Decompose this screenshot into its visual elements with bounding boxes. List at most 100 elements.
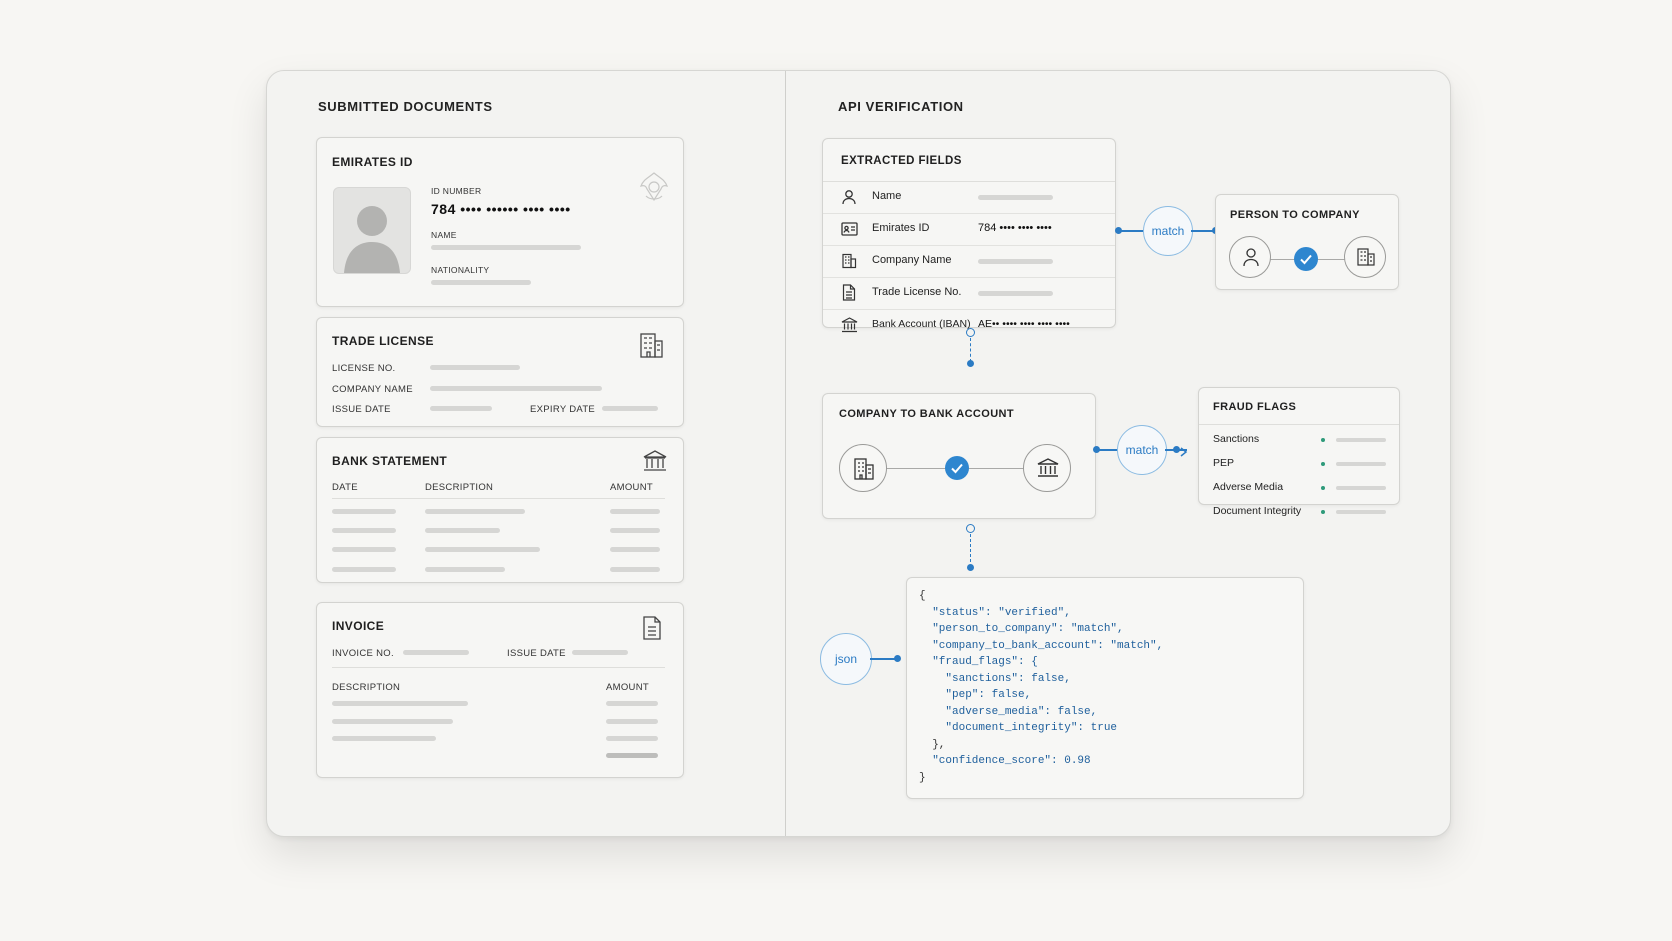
issue-date-label: ISSUE DATE	[332, 404, 391, 415]
invoice-title: INVOICE	[332, 619, 385, 633]
document-icon	[641, 615, 663, 646]
person-to-company-card[interactable]: PERSON TO COMPANY	[1215, 194, 1399, 290]
field-label: Emirates ID	[872, 222, 930, 234]
fraud-flags-title: FRAUD FLAGS	[1213, 401, 1297, 413]
invoice-no-placeholder	[403, 650, 469, 655]
header-divider	[332, 498, 665, 499]
emblem-icon	[638, 170, 670, 211]
api-verification-title: API VERIFICATION	[838, 99, 964, 114]
bank-icon	[841, 317, 858, 338]
json-line: "person_to_company": "match",	[919, 623, 1124, 635]
field-row-trade-license: Trade License No.	[823, 277, 1115, 310]
field-row-company-name: Company Name	[823, 245, 1115, 278]
person-icon	[841, 189, 857, 210]
table-row	[425, 509, 525, 514]
check-icon	[1294, 247, 1318, 271]
json-line: "adverse_media": false,	[919, 705, 1098, 718]
person-to-company-title: PERSON TO COMPANY	[1230, 209, 1360, 221]
json-response-card[interactable]: { "status": "verified", "person_to_compa…	[906, 577, 1304, 799]
json-code-block: { "status": "verified", "person_to_compa…	[919, 588, 1163, 786]
json-line: "fraud_flags": {	[919, 656, 1038, 668]
id-number-label: ID NUMBER	[431, 186, 482, 196]
bank-statement-card[interactable]: BANK STATEMENT DATE DESCRIPTION AMOUNT	[316, 437, 684, 583]
json-line: {	[919, 590, 926, 602]
col-date: DATE	[332, 482, 358, 493]
table-row	[332, 547, 396, 552]
json-line: "confidence_score": 0.98	[919, 755, 1091, 767]
submitted-documents-title: SUBMITTED DOCUMENTS	[318, 99, 493, 114]
id-number-value: 784 •••• •••••• •••• ••••	[431, 201, 571, 217]
fraud-flags-card[interactable]: FRAUD FLAGS Sanctions PEP Adverse Media …	[1198, 387, 1400, 517]
bank-icon	[642, 449, 668, 478]
name-label: NAME	[431, 230, 457, 240]
table-row	[610, 547, 660, 552]
person-icon	[1243, 248, 1259, 267]
match-badge-company-bank: match	[1117, 425, 1167, 475]
json-line: },	[919, 738, 946, 751]
field-label: Company Name	[872, 254, 952, 266]
json-badge[interactable]: json	[820, 633, 872, 685]
connector-node	[967, 564, 974, 571]
invoice-amount-label: AMOUNT	[606, 682, 649, 693]
list-item	[332, 736, 436, 741]
col-description: DESCRIPTION	[425, 482, 494, 493]
invoice-no-label: INVOICE NO.	[332, 648, 394, 659]
table-row	[425, 528, 500, 533]
fraud-flag-document-integrity: Document Integrity	[1213, 505, 1302, 517]
check-icon	[945, 456, 969, 480]
company-to-bank-card[interactable]: COMPANY TO BANK ACCOUNT	[822, 393, 1096, 519]
license-no-placeholder	[430, 365, 520, 370]
json-line: "document_integrity": true	[919, 722, 1118, 734]
connector-dashed-line	[970, 534, 971, 562]
table-row	[425, 567, 505, 572]
flag-value-placeholder	[1336, 486, 1386, 490]
connector-node	[1173, 446, 1180, 453]
field-value: 784 •••• •••• ••••	[978, 222, 1052, 234]
field-value-placeholder	[978, 259, 1053, 264]
invoice-card[interactable]: INVOICE INVOICE NO. ISSUE DATE DESCRIPTI…	[316, 602, 684, 778]
arrow-right-icon	[1180, 444, 1188, 462]
field-row-emirates-id: Emirates ID 784 •••• •••• ••••	[823, 213, 1115, 246]
person-node	[1229, 236, 1271, 278]
list-item	[606, 719, 658, 724]
company-name-placeholder	[430, 386, 602, 391]
trade-license-card[interactable]: TRADE LICENSE LICENSE NO. COMPANY NAME I…	[316, 317, 684, 427]
flag-value-placeholder	[1336, 462, 1386, 466]
list-item	[606, 736, 658, 741]
fraud-flag-adverse-media: Adverse Media	[1213, 481, 1284, 493]
building-icon	[638, 331, 664, 364]
connector-line	[870, 658, 896, 660]
emirates-id-card[interactable]: EMIRATES ID ID NUMBER 784 •••• •••••• ••…	[316, 137, 684, 307]
table-row	[332, 567, 396, 572]
company-name-label: COMPANY NAME	[332, 384, 413, 395]
company-node	[839, 444, 887, 492]
field-label: Bank Account (IBAN)	[872, 318, 971, 330]
license-no-label: LICENSE NO.	[332, 363, 396, 374]
table-row	[610, 567, 660, 572]
extracted-fields-title: EXTRACTED FIELDS	[841, 155, 962, 167]
company-to-bank-title: COMPANY TO BANK ACCOUNT	[839, 408, 1015, 420]
status-dot	[1321, 462, 1325, 466]
extracted-fields-card[interactable]: EXTRACTED FIELDS Name Emirates ID 784 ••…	[822, 138, 1116, 333]
list-item	[332, 719, 453, 724]
table-row	[610, 528, 660, 533]
status-dot	[1321, 510, 1325, 514]
connector-dashed-line	[970, 338, 971, 362]
issue-date-placeholder	[430, 406, 492, 411]
building-icon	[841, 253, 857, 274]
json-line: "sanctions": false,	[919, 672, 1071, 685]
fraud-flags-divider	[1199, 424, 1399, 425]
table-row	[425, 547, 540, 552]
connector-line	[1119, 230, 1143, 232]
nationality-value-placeholder	[431, 280, 531, 285]
bank-icon	[1037, 458, 1059, 477]
name-value-placeholder	[431, 245, 581, 250]
col-amount: AMOUNT	[610, 482, 653, 493]
column-divider	[785, 71, 786, 836]
field-row-name: Name	[823, 181, 1115, 214]
document-icon	[842, 284, 856, 306]
json-line: "status": "verified",	[919, 606, 1071, 619]
status-dot	[1321, 486, 1325, 490]
list-item	[332, 701, 468, 706]
field-value-placeholder	[978, 195, 1053, 200]
